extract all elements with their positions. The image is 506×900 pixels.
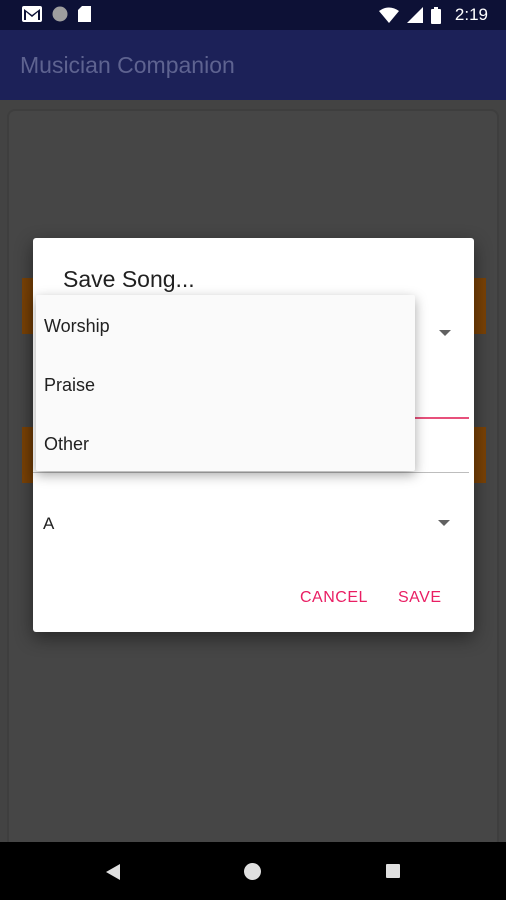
key-dropdown-arrow-icon[interactable] bbox=[438, 520, 450, 526]
orange-strip-right-1 bbox=[474, 278, 486, 334]
dropdown-option-worship[interactable]: Worship bbox=[44, 316, 110, 337]
dropdown-option-other[interactable]: Other bbox=[44, 434, 89, 455]
save-button[interactable]: SAVE bbox=[398, 589, 442, 607]
back-icon[interactable] bbox=[106, 864, 120, 880]
navigation-bar bbox=[0, 842, 506, 900]
gmail-icon bbox=[22, 6, 42, 22]
status-left-icons bbox=[22, 6, 91, 22]
category-dropdown-arrow-icon[interactable] bbox=[439, 330, 451, 336]
category-dropdown-popup: Worship Praise Other bbox=[36, 295, 415, 471]
app-title: Musician Companion bbox=[20, 52, 235, 78]
key-spinner-value[interactable]: A bbox=[43, 514, 54, 534]
song-name-field-underline[interactable] bbox=[413, 417, 469, 419]
cell-signal-icon bbox=[406, 7, 423, 23]
status-bar: 2:19 bbox=[0, 0, 506, 30]
circle-notification-icon bbox=[52, 6, 68, 22]
recents-icon[interactable] bbox=[386, 864, 400, 878]
home-icon[interactable] bbox=[244, 863, 261, 880]
app-bar: Musician Companion bbox=[0, 30, 506, 100]
dropdown-option-praise[interactable]: Praise bbox=[44, 375, 95, 396]
battery-icon bbox=[430, 6, 441, 24]
wifi-icon bbox=[378, 7, 399, 23]
cancel-button[interactable]: CANCEL bbox=[300, 589, 368, 607]
sd-card-icon bbox=[78, 6, 91, 22]
status-right-icons: 2:19 bbox=[378, 5, 488, 25]
status-time: 2:19 bbox=[454, 5, 488, 24]
orange-strip-right-2 bbox=[474, 427, 486, 483]
category-divider bbox=[33, 472, 469, 473]
dialog-title: Save Song... bbox=[63, 266, 195, 292]
